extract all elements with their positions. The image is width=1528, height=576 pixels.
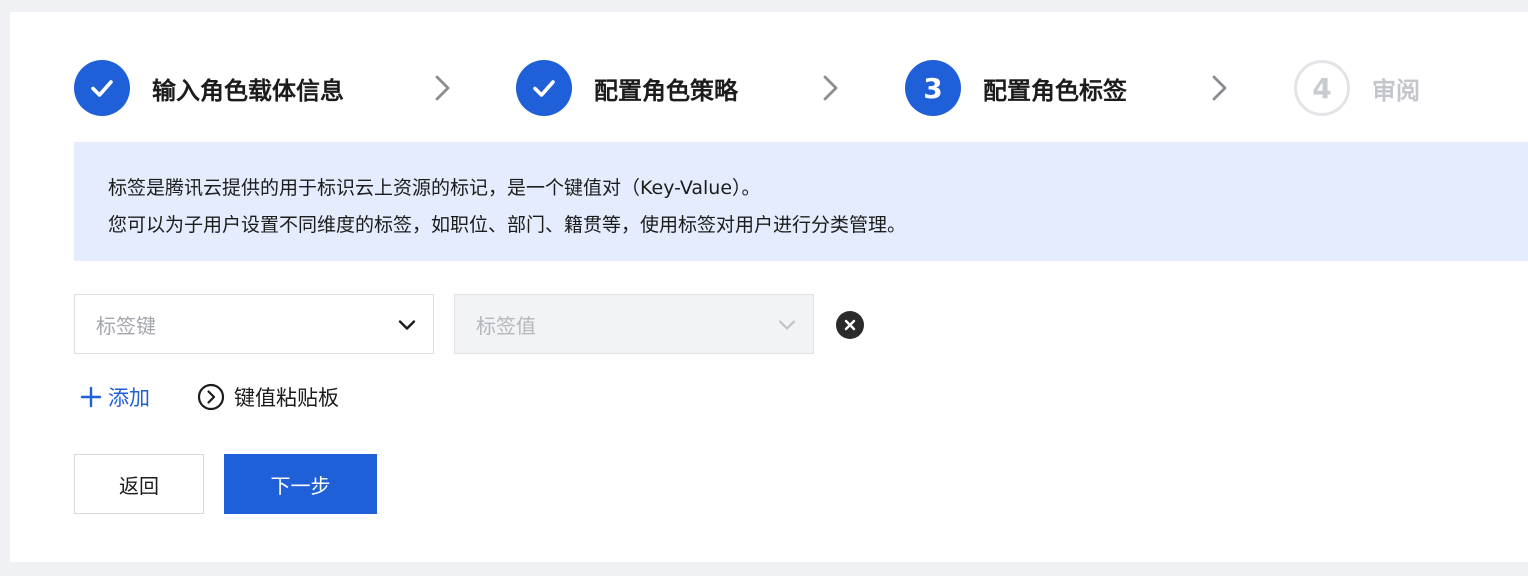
chevron-right-icon	[1212, 75, 1227, 101]
next-step-button[interactable]: 下一步	[224, 454, 377, 514]
tag-key-placeholder: 标签键	[96, 313, 156, 338]
chevron-right-icon	[823, 75, 838, 101]
info-line-1: 标签是腾讯云提供的用于标识云上资源的标记，是一个键值对（Key-Value）。	[108, 177, 761, 199]
info-line-2: 您可以为子用户设置不同维度的标签，如职位、部门、籍贯等，使用标签对用户进行分类管…	[108, 214, 907, 236]
step-1: 输入角色载体信息	[74, 59, 344, 117]
chevron-down-icon	[778, 320, 796, 330]
chevron-down-icon	[398, 320, 416, 330]
step-2: 配置角色策略	[516, 59, 738, 117]
close-icon	[844, 319, 856, 331]
key-value-paste-button[interactable]: 键值粘贴板	[197, 381, 339, 413]
add-tag-label: 添加	[108, 386, 150, 410]
step-4-number: 4	[1294, 60, 1350, 116]
remove-tag-button[interactable]	[836, 311, 864, 339]
step-2-label: 配置角色策略	[594, 76, 738, 105]
circle-chevron-right-icon	[197, 383, 225, 411]
tag-value-select[interactable]: 标签值	[454, 294, 814, 354]
tag-key-select[interactable]: 标签键	[74, 294, 434, 354]
back-button-label: 返回	[119, 473, 159, 498]
tag-value-placeholder: 标签值	[476, 313, 536, 338]
step-2-check-icon	[516, 60, 572, 116]
next-step-button-label: 下一步	[270, 473, 331, 498]
step-3-number: 3	[905, 60, 961, 116]
chevron-right-icon	[435, 75, 450, 101]
key-value-paste-label: 键值粘贴板	[234, 386, 339, 410]
step-4: 4 审阅	[1294, 59, 1420, 117]
add-tag-button[interactable]: 添加	[80, 381, 150, 413]
back-button[interactable]: 返回	[74, 454, 204, 514]
info-alert: 标签是腾讯云提供的用于标识云上资源的标记，是一个键值对（Key-Value）。 …	[74, 142, 1528, 261]
step-1-check-icon	[74, 60, 130, 116]
step-4-label: 审阅	[1372, 76, 1420, 105]
step-1-label: 输入角色载体信息	[152, 76, 344, 105]
step-3-label: 配置角色标签	[983, 76, 1127, 105]
step-3: 3 配置角色标签	[905, 59, 1127, 117]
plus-icon	[80, 386, 102, 408]
